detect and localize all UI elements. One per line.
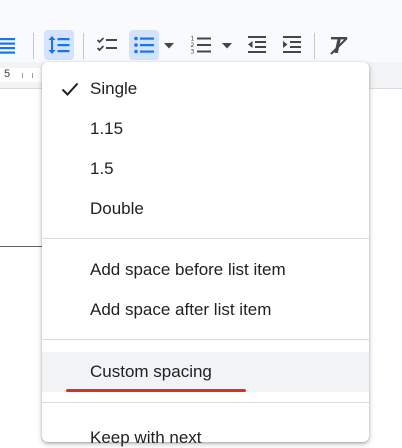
line-spacing-button[interactable] — [44, 30, 74, 60]
line-spacing-menu: Single 1.15 1.5 Double Add space before … — [42, 62, 369, 447]
numbered-list-button[interactable]: 1 2 3 — [186, 30, 216, 60]
menu-item-label: Keep with next — [90, 428, 202, 447]
checkmark-icon — [60, 79, 80, 104]
menu-divider — [42, 238, 369, 239]
ruler-tick — [22, 73, 23, 78]
menu-item-single[interactable]: Single — [42, 71, 369, 107]
increase-indent-icon — [280, 33, 304, 57]
menu-item-label: 1.15 — [90, 119, 124, 138]
toolbar-separator — [314, 33, 315, 59]
ruler-number: 5 — [4, 68, 11, 80]
menu-item-label: Single — [90, 79, 138, 98]
bulleted-list-icon — [132, 33, 156, 57]
formatting-toolbar: 1 2 3 — [0, 0, 402, 62]
clear-formatting-button[interactable] — [324, 30, 354, 60]
numbered-list-icon: 1 2 3 — [189, 33, 213, 57]
decrease-indent-button[interactable] — [242, 30, 272, 60]
menu-item-label: 1.5 — [90, 159, 114, 178]
menu-item-custom-spacing[interactable]: Custom spacing — [42, 352, 369, 392]
ruler-tick — [32, 73, 33, 78]
align-justify-button[interactable] — [0, 30, 22, 60]
menu-item-label: Custom spacing — [90, 362, 212, 381]
decrease-indent-icon — [245, 33, 269, 57]
bulleted-list-dropdown[interactable] — [163, 30, 175, 60]
increase-indent-button[interactable] — [277, 30, 307, 60]
menu-item-double[interactable]: Double — [42, 191, 369, 227]
align-justify-icon — [0, 34, 18, 56]
annotation-underline — [66, 389, 246, 392]
menu-divider — [42, 339, 369, 340]
caret-down-icon — [164, 36, 174, 54]
svg-text:3: 3 — [191, 49, 195, 56]
menu-item-1-5[interactable]: 1.5 — [42, 151, 369, 187]
menu-item-add-space-before[interactable]: Add space before list item — [42, 252, 369, 288]
bulleted-list-button[interactable] — [129, 30, 159, 60]
menu-item-label: Add space after list item — [90, 300, 272, 319]
menu-divider — [42, 402, 369, 403]
checklist-icon — [95, 33, 119, 57]
toolbar-separator — [33, 33, 34, 59]
menu-item-1-15[interactable]: 1.15 — [42, 111, 369, 147]
toolbar-separator — [83, 33, 84, 59]
page-boundary-line — [0, 246, 48, 247]
clear-formatting-icon — [327, 33, 351, 57]
menu-item-add-space-after[interactable]: Add space after list item — [42, 292, 369, 328]
caret-down-icon — [222, 36, 232, 54]
checklist-button[interactable] — [92, 30, 122, 60]
numbered-list-dropdown[interactable] — [221, 30, 233, 60]
menu-item-keep-with-next[interactable]: Keep with next — [42, 410, 369, 447]
menu-item-label: Add space before list item — [90, 260, 286, 279]
menu-item-label: Double — [90, 199, 144, 218]
line-spacing-icon — [47, 33, 71, 57]
